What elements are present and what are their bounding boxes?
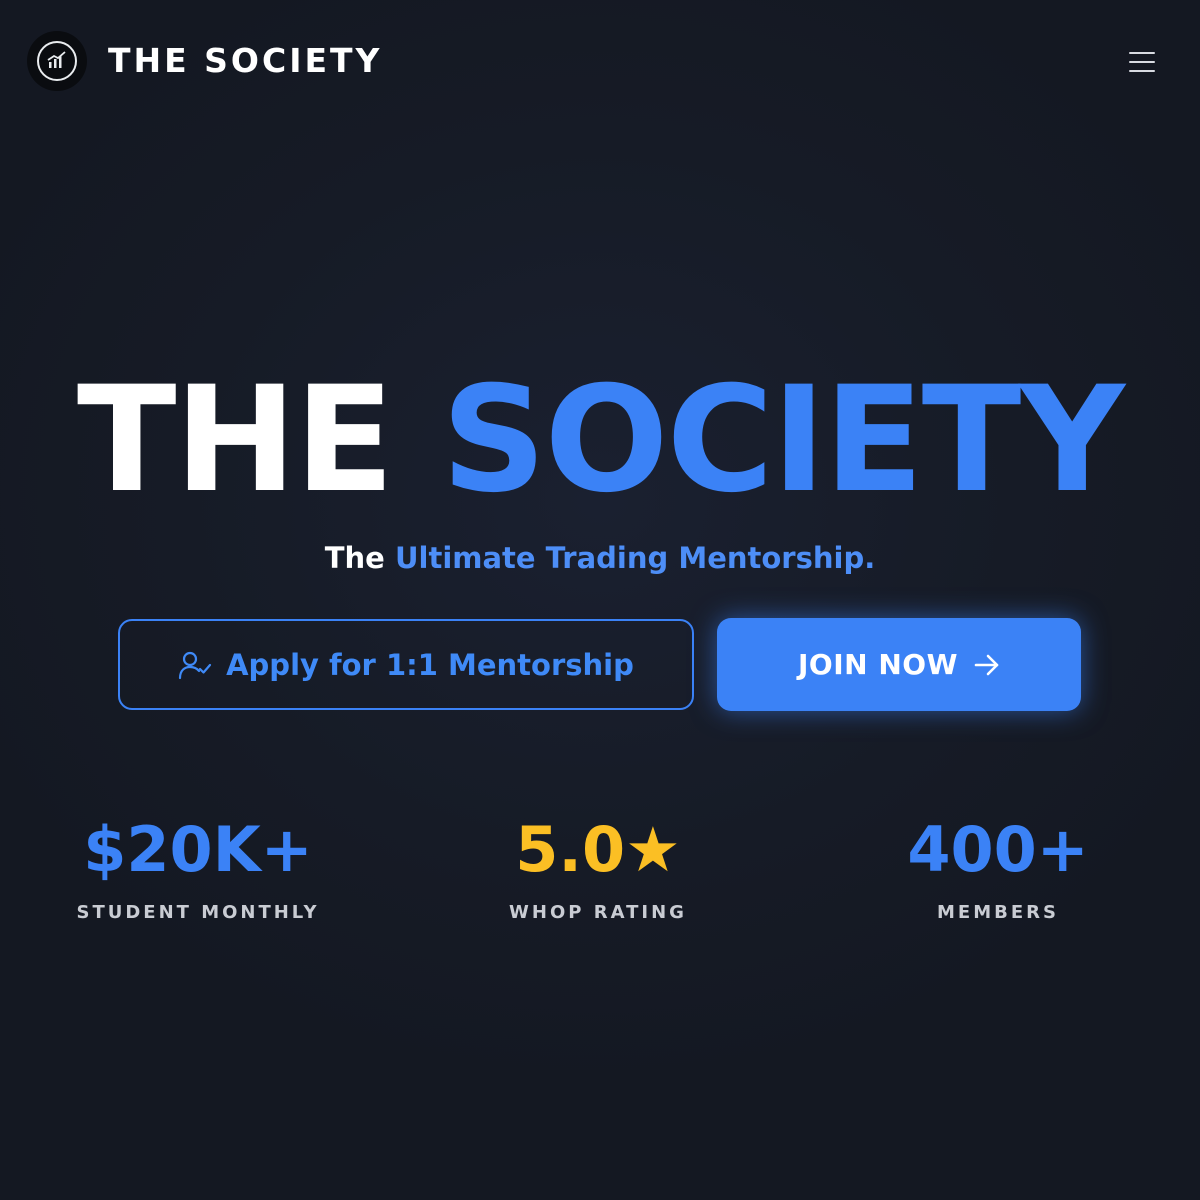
user-check-icon <box>178 650 212 680</box>
arrow-right-icon <box>974 653 1000 677</box>
stat-student-monthly: $20K+ STUDENT MONTHLY <box>8 812 388 923</box>
landing-page: THE SOCIETY THE SOCIETY The Ultimate Tra… <box>0 0 1200 1200</box>
logo[interactable] <box>27 31 87 91</box>
apply-mentorship-button[interactable]: Apply for 1:1 Mentorship <box>118 619 694 710</box>
stat-whop-rating: 5.0★ WHOP RATING <box>408 812 788 923</box>
stat-label: STUDENT MONTHLY <box>76 902 320 923</box>
hero-title: THE SOCIETY <box>0 360 1200 520</box>
tagline-part2: Ultimate Trading Mentorship. <box>394 541 876 575</box>
stat-label: WHOP RATING <box>509 902 687 923</box>
tagline: The Ultimate Trading Mentorship. <box>0 538 1200 578</box>
hero-title-part2: SOCIETY <box>441 355 1125 525</box>
stat-label: MEMBERS <box>937 902 1059 923</box>
hamburger-menu-icon[interactable] <box>1122 44 1162 80</box>
stat-value: 400+ <box>907 813 1089 886</box>
join-now-label: JOIN NOW <box>798 648 958 681</box>
join-now-button[interactable]: JOIN NOW <box>717 618 1081 711</box>
site-header: THE SOCIETY <box>0 0 1200 122</box>
rating-value: 5.0 <box>515 813 626 886</box>
chart-trend-icon <box>37 41 77 81</box>
apply-mentorship-label: Apply for 1:1 Mentorship <box>226 647 634 682</box>
hero-title-part1: THE <box>76 355 395 525</box>
brand-name[interactable]: THE SOCIETY <box>108 40 382 82</box>
star-icon: ★ <box>625 813 681 886</box>
tagline-part1: The <box>324 541 385 575</box>
stat-value: $20K+ <box>83 813 313 886</box>
stat-members: 400+ MEMBERS <box>808 812 1188 923</box>
stat-value: 5.0★ <box>408 812 788 888</box>
